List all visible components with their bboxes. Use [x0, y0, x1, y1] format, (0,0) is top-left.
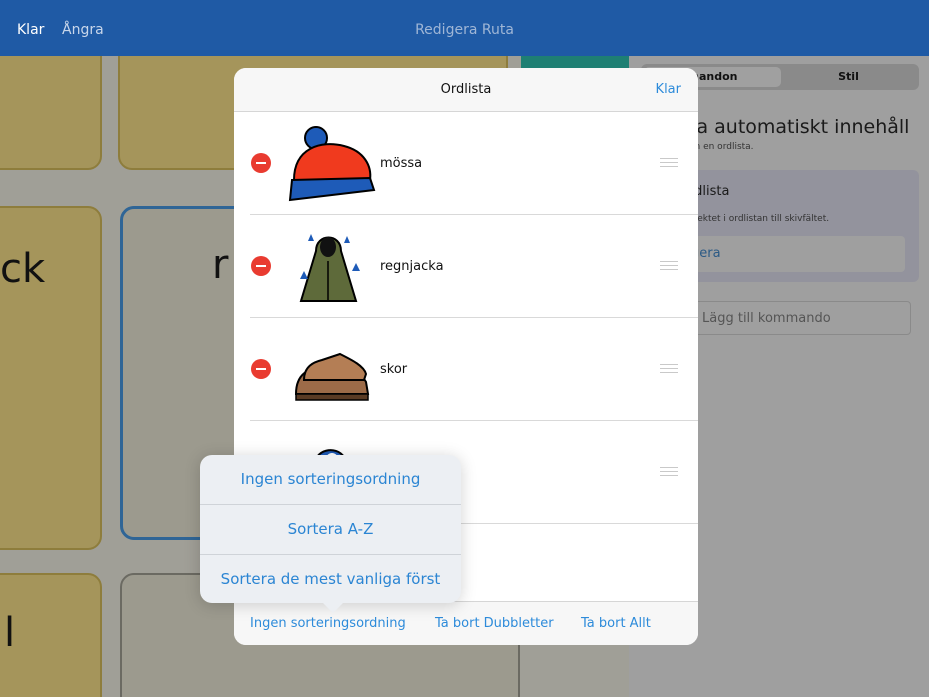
section-subheading: ån en ordlista. — [689, 142, 754, 152]
sort-option-none[interactable]: Ingen sorteringsordning — [200, 455, 461, 504]
window-title: Redigera Ruta — [415, 22, 514, 38]
sort-option-az[interactable]: Sortera A-Z — [200, 505, 461, 554]
reorder-handle-icon[interactable] — [660, 158, 678, 168]
section-heading: ta automatiskt innehåll — [689, 116, 910, 138]
remove-all-button[interactable]: Ta bort Allt — [581, 616, 651, 631]
sort-option-most-frequent[interactable]: Sortera de mest vanliga först — [200, 555, 461, 604]
list-item-label: mössa — [380, 156, 423, 171]
list-item[interactable]: skor — [234, 318, 698, 421]
wordlist-command-box: rdlista bjektet i ordlistan till skivfäl… — [671, 170, 919, 282]
delete-icon[interactable] — [251, 359, 271, 379]
board-text: r — [212, 242, 229, 288]
modal-footer: Ingen sorteringsordning Ta bort Dubblett… — [234, 601, 698, 645]
list-item-label: regnjacka — [380, 259, 444, 274]
delete-icon[interactable] — [251, 256, 271, 276]
modal-done-button[interactable]: Klar — [656, 82, 681, 97]
board-text: l — [4, 610, 16, 656]
remove-duplicates-button[interactable]: Ta bort Dubbletter — [435, 616, 554, 631]
board-text: ck — [0, 246, 46, 292]
popover-arrow — [322, 602, 344, 613]
reorder-handle-icon[interactable] — [660, 364, 678, 374]
board-cell — [0, 573, 102, 697]
delete-icon[interactable] — [251, 153, 271, 173]
tab-style[interactable]: Stil — [781, 67, 916, 87]
list-item[interactable]: regnjacka — [234, 215, 698, 318]
list-item-label: skor — [380, 362, 408, 377]
board-cell — [0, 56, 102, 170]
sort-order-button[interactable]: Ingen sorteringsordning — [250, 616, 406, 631]
winter-hat-icon — [288, 126, 376, 202]
reorder-handle-icon[interactable] — [660, 261, 678, 271]
edit-wordlist-button[interactable]: gera — [685, 236, 905, 272]
modal-header: Ordlista Klar — [234, 68, 698, 112]
reorder-handle-icon[interactable] — [660, 467, 678, 477]
top-bar: Klar Ångra Redigera Ruta — [0, 0, 929, 56]
modal-title: Ordlista — [440, 82, 492, 97]
raincoat-icon — [299, 234, 360, 302]
list-item[interactable]: mössa — [234, 112, 698, 215]
sort-popover: Ingen sorteringsordning Sortera A-Z Sort… — [200, 455, 461, 603]
shoes-icon — [294, 352, 370, 401]
board-cell — [521, 56, 629, 68]
wordlist-description: bjektet i ordlistan till skivfältet. — [689, 214, 830, 224]
add-command-button[interactable]: + Lägg till kommando — [671, 301, 911, 335]
add-command-label: Lägg till kommando — [702, 311, 831, 326]
